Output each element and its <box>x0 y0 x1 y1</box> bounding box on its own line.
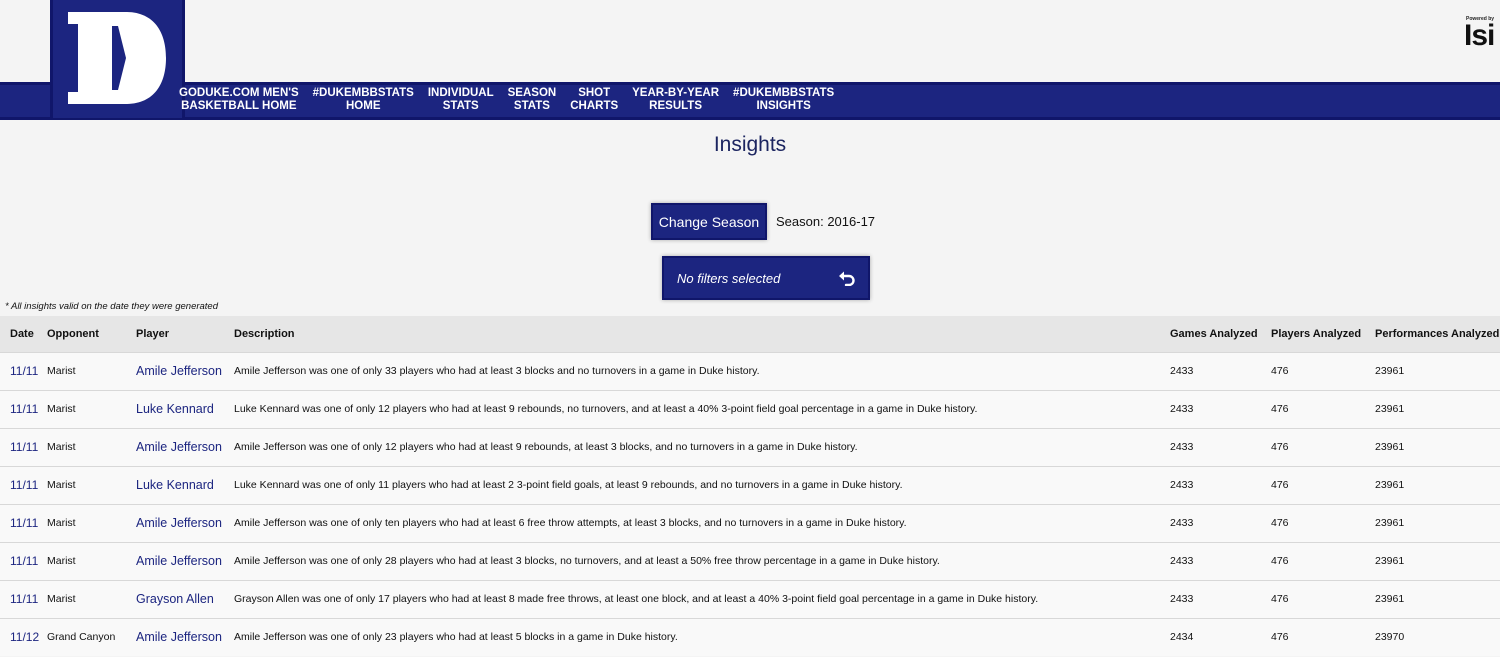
col-opponent[interactable]: Opponent <box>47 316 136 352</box>
cell-player-link[interactable]: Amile Jefferson <box>136 352 234 390</box>
cell-performances-analyzed: 23961 <box>1375 479 1405 491</box>
col-games-analyzed[interactable]: Games Analyzed <box>1170 316 1271 352</box>
table-row: 11/12 Grand Canyon Amile Jefferson Amile… <box>0 618 1500 656</box>
col-player[interactable]: Player <box>136 316 234 352</box>
cell-games-analyzed: 2433 <box>1170 593 1194 605</box>
cell-performances-analyzed: 23970 <box>1375 631 1405 644</box>
cell-description: Grayson Allen was one of only 17 players… <box>234 593 1039 605</box>
nav-dukembbstats-insights[interactable]: #DUKEMBBSTATS INSIGHTS <box>726 87 841 115</box>
cell-description: Amile Jefferson was one of only 23 playe… <box>234 631 678 644</box>
cell-performances-analyzed: 23961 <box>1375 403 1405 415</box>
cell-description: Luke Kennard was one of only 12 players … <box>234 403 978 415</box>
cell-games-analyzed: 2434 <box>1170 631 1194 644</box>
cell-description: Amile Jefferson was one of only 33 playe… <box>234 365 760 377</box>
cell-players-analyzed: 476 <box>1271 441 1289 453</box>
col-players-analyzed[interactable]: Players Analyzed <box>1271 316 1375 352</box>
cell-date-link[interactable]: 11/11 <box>0 390 47 428</box>
table-row: 11/11 Marist Amile Jefferson Amile Jeffe… <box>0 428 1500 466</box>
cell-players-analyzed: 476 <box>1271 517 1289 529</box>
table-row: 11/11 Marist Grayson Allen Grayson Allen… <box>0 580 1500 618</box>
season-controls: Change Season Season: 2016-17 <box>651 203 875 240</box>
cell-games-analyzed: 2433 <box>1170 403 1194 415</box>
cell-players-analyzed: 476 <box>1271 555 1289 567</box>
cell-players-analyzed: 476 <box>1271 479 1289 491</box>
cell-players-analyzed: 476 <box>1271 403 1289 415</box>
cell-player-link[interactable]: Amile Jefferson <box>136 504 234 542</box>
table-header-row: Date Opponent Player Description Games A… <box>0 316 1500 352</box>
cell-opponent: Marist <box>47 365 76 377</box>
cell-performances-analyzed: 23961 <box>1375 517 1405 529</box>
cell-player-link[interactable]: Grayson Allen <box>136 580 234 618</box>
page: GODUKE.COM MEN'S BASKETBALL HOME #DUKEMB… <box>0 0 1500 657</box>
insights-table: Date Opponent Player Description Games A… <box>0 316 1500 656</box>
cell-performances-analyzed: 23961 <box>1375 441 1405 453</box>
table-row: 11/11 Marist Amile Jefferson Amile Jeffe… <box>0 542 1500 580</box>
cell-opponent: Marist <box>47 479 76 491</box>
cell-description: Amile Jefferson was one of only ten play… <box>234 517 907 529</box>
cell-players-analyzed: 476 <box>1271 365 1289 377</box>
cell-player-link[interactable]: Amile Jefferson <box>136 618 234 656</box>
cell-date-link[interactable]: 11/12 <box>0 618 47 656</box>
filter-status: No filters selected <box>677 270 781 286</box>
nav-shot-charts[interactable]: SHOT CHARTS <box>563 87 625 115</box>
page-title: Insights <box>713 133 787 156</box>
filter-panel[interactable]: No filters selected <box>662 256 870 300</box>
col-description[interactable]: Description <box>234 316 1170 352</box>
duke-d-logo-icon <box>68 12 166 104</box>
col-date[interactable]: Date <box>0 316 47 352</box>
undo-icon[interactable] <box>838 270 856 286</box>
table-row: 11/11 Marist Amile Jefferson Amile Jeffe… <box>0 504 1500 542</box>
cell-opponent: Grand Canyon <box>47 631 116 644</box>
nav-year-by-year-results[interactable]: YEAR-BY-YEAR RESULTS <box>625 87 726 115</box>
cell-opponent: Marist <box>47 593 76 605</box>
cell-opponent: Marist <box>47 517 76 529</box>
cell-date-link[interactable]: 11/11 <box>0 504 47 542</box>
validity-note: * All insights valid on the date they we… <box>5 301 219 312</box>
cell-players-analyzed: 476 <box>1271 593 1289 605</box>
cell-games-analyzed: 2433 <box>1170 365 1194 377</box>
cell-opponent: Marist <box>47 403 76 415</box>
table-row: 11/11 Marist Luke Kennard Luke Kennard w… <box>0 466 1500 504</box>
cell-games-analyzed: 2433 <box>1170 479 1194 491</box>
main-nav: GODUKE.COM MEN'S BASKETBALL HOME #DUKEMB… <box>172 87 841 115</box>
cell-performances-analyzed: 23961 <box>1375 555 1405 567</box>
cell-date-link[interactable]: 11/11 <box>0 580 47 618</box>
cell-games-analyzed: 2433 <box>1170 517 1194 529</box>
cell-description: Amile Jefferson was one of only 12 playe… <box>234 441 858 453</box>
cell-date-link[interactable]: 11/11 <box>0 542 47 580</box>
cell-player-link[interactable]: Luke Kennard <box>136 390 234 428</box>
nav-individual-stats[interactable]: INDIVIDUAL STATS <box>421 87 501 115</box>
header-top <box>0 0 1500 82</box>
cell-description: Luke Kennard was one of only 11 players … <box>234 479 903 491</box>
table-row: 11/11 Marist Luke Kennard Luke Kennard w… <box>0 390 1500 428</box>
duke-logo[interactable] <box>50 0 185 118</box>
season-label: Season: 2016-17 <box>776 214 876 229</box>
cell-description: Amile Jefferson was one of only 28 playe… <box>234 555 940 567</box>
cell-games-analyzed: 2433 <box>1170 441 1194 453</box>
col-performances-analyzed[interactable]: Performances Analyzed <box>1375 316 1500 352</box>
nav-goduke-home[interactable]: GODUKE.COM MEN'S BASKETBALL HOME <box>172 87 306 115</box>
cell-games-analyzed: 2433 <box>1170 555 1194 567</box>
nav-season-stats[interactable]: SEASON STATS <box>501 87 564 115</box>
change-season-button[interactable]: Change Season <box>651 203 767 240</box>
cell-opponent: Marist <box>47 441 76 453</box>
cell-date-link[interactable]: 11/11 <box>0 466 47 504</box>
cell-player-link[interactable]: Amile Jefferson <box>136 428 234 466</box>
cell-performances-analyzed: 23961 <box>1375 593 1405 605</box>
cell-player-link[interactable]: Luke Kennard <box>136 466 234 504</box>
cell-opponent: Marist <box>47 555 76 567</box>
nav-dukembbstats-home[interactable]: #DUKEMBBSTATS HOME <box>306 87 421 115</box>
cell-players-analyzed: 476 <box>1271 631 1289 644</box>
cell-player-link[interactable]: Amile Jefferson <box>136 542 234 580</box>
cell-date-link[interactable]: 11/11 <box>0 428 47 466</box>
table-row: 11/11 Marist Amile Jefferson Amile Jeffe… <box>0 352 1500 390</box>
powered-by-logo[interactable]: Powered by Isi <box>1460 16 1500 56</box>
cell-performances-analyzed: 23961 <box>1375 365 1405 377</box>
cell-date-link[interactable]: 11/11 <box>0 352 47 390</box>
powered-by-brand: Isi <box>1464 19 1495 52</box>
